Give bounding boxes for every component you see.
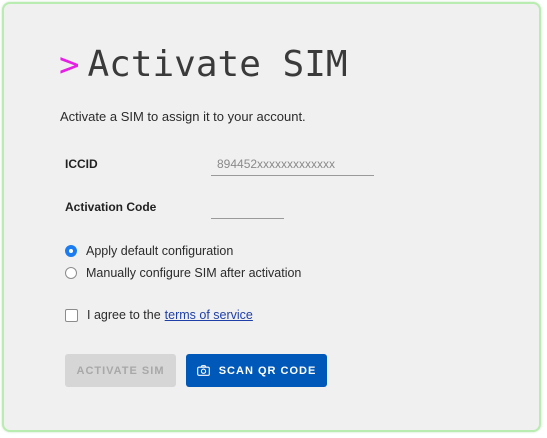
terms-agreement: I agree to the terms of service xyxy=(65,308,253,322)
activation-code-input[interactable] xyxy=(211,199,284,219)
iccid-input[interactable] xyxy=(211,156,374,176)
page-title: > Activate SIM xyxy=(59,44,348,85)
page-title-text: Activate SIM xyxy=(87,44,348,85)
terms-of-service-link[interactable]: terms of service xyxy=(165,308,253,322)
activate-sim-card: > Activate SIM Activate a SIM to assign … xyxy=(2,2,541,432)
activate-sim-button-label: ACTIVATE SIM xyxy=(76,364,165,377)
activation-code-label: Activation Code xyxy=(65,200,157,214)
camera-icon xyxy=(196,365,210,376)
page-subtitle: Activate a SIM to assign it to your acco… xyxy=(60,109,306,124)
prompt-symbol: > xyxy=(59,45,80,85)
scan-qr-code-button-label: SCAN QR CODE xyxy=(218,364,317,377)
radio-option-manual-config[interactable]: Manually configure SIM after activation xyxy=(65,266,301,280)
radio-selected-icon[interactable] xyxy=(65,245,77,257)
scan-qr-code-button[interactable]: SCAN QR CODE xyxy=(186,354,327,387)
radio-label-default-config: Apply default configuration xyxy=(86,244,234,258)
terms-prefix-text: I agree to the xyxy=(87,308,161,322)
activate-sim-button[interactable]: ACTIVATE SIM xyxy=(65,354,176,387)
iccid-label: ICCID xyxy=(65,157,98,171)
radio-option-default-config[interactable]: Apply default configuration xyxy=(65,244,233,258)
terms-checkbox[interactable] xyxy=(65,308,78,322)
radio-unselected-icon[interactable] xyxy=(65,267,77,279)
radio-label-manual-config: Manually configure SIM after activation xyxy=(86,266,302,280)
